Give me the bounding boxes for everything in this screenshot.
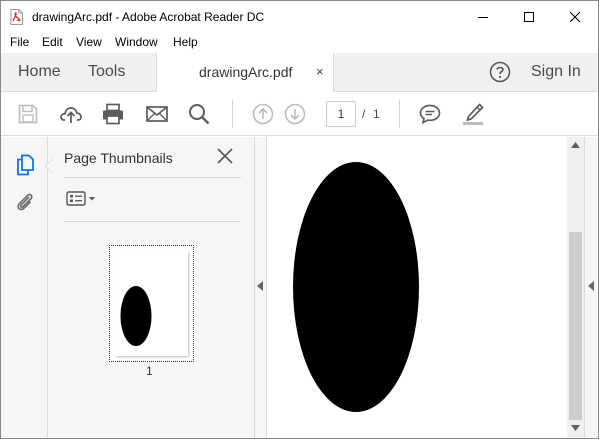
panel-title: Page Thumbnails (64, 150, 173, 166)
menu-window[interactable]: Window (115, 35, 158, 49)
close-panel-icon[interactable] (216, 147, 234, 165)
expand-left-icon[interactable] (588, 281, 595, 291)
panel-divider (64, 177, 241, 178)
drawn-ellipse (293, 162, 419, 412)
page-separator: / (362, 107, 366, 121)
thumbnail-options-icon[interactable] (66, 190, 98, 208)
search-icon[interactable] (187, 102, 211, 126)
window-title: drawingArc.pdf - Adobe Acrobat Reader DC (32, 10, 265, 24)
close-window-button[interactable] (552, 1, 598, 32)
comment-icon[interactable] (418, 102, 442, 126)
menu-edit[interactable]: Edit (42, 35, 63, 49)
tab-bar: Home Tools drawingArc.pdf × Sign In (1, 53, 598, 92)
highlight-pen-icon[interactable] (461, 102, 485, 126)
thumbnail-page-number: 1 (146, 364, 153, 378)
tab-home[interactable]: Home (18, 63, 61, 81)
vertical-scrollbar[interactable] (567, 137, 584, 438)
menu-bar: File Edit View Window Help (1, 32, 598, 53)
acrobat-window: drawingArc.pdf - Adobe Acrobat Reader DC… (0, 0, 599, 439)
upload-cloud-icon[interactable] (59, 102, 83, 126)
minimize-icon (478, 16, 488, 18)
scrollbar-thumb[interactable] (569, 232, 582, 420)
menu-help[interactable]: Help (173, 35, 198, 49)
menu-file[interactable]: File (10, 35, 29, 49)
maximize-button[interactable] (506, 1, 552, 32)
print-icon[interactable] (101, 102, 125, 126)
thumbnail-page (115, 251, 188, 356)
panel-pointer-icon (45, 159, 53, 173)
scroll-up-icon[interactable] (571, 142, 580, 148)
menu-view[interactable]: View (76, 35, 102, 49)
thumbnail-ellipse (120, 286, 152, 346)
save-icon[interactable] (16, 102, 40, 126)
scroll-down-icon[interactable] (571, 425, 580, 431)
pdf-file-icon (10, 9, 23, 25)
toolbar-divider (232, 100, 233, 128)
tab-document[interactable]: drawingArc.pdf × (156, 53, 334, 92)
document-tab-label: drawingArc.pdf (199, 64, 293, 80)
collapse-left-icon[interactable] (257, 281, 264, 291)
page-down-icon[interactable] (283, 102, 307, 126)
panel-splitter[interactable] (254, 137, 267, 438)
minimize-button[interactable] (460, 1, 506, 32)
page-up-icon[interactable] (251, 102, 275, 126)
document-view[interactable] (267, 137, 567, 438)
toolbar-divider (399, 100, 400, 128)
tab-tools[interactable]: Tools (88, 63, 125, 81)
attachment-icon[interactable] (13, 190, 37, 214)
page-thumbnail[interactable] (109, 245, 194, 362)
close-tab-icon[interactable]: × (316, 64, 324, 79)
toolbar: 1 / 1 (1, 92, 598, 136)
close-icon (570, 11, 580, 22)
help-icon[interactable] (489, 61, 511, 83)
title-bar: drawingArc.pdf - Adobe Acrobat Reader DC (1, 1, 598, 32)
email-icon[interactable] (145, 102, 169, 126)
page-thumbnails-icon[interactable] (13, 153, 37, 177)
thumbnails-panel: Page Thumbnails 1 (45, 137, 254, 438)
right-pane-toggle[interactable] (584, 137, 598, 438)
maximize-icon (524, 11, 534, 22)
navigation-rail (1, 137, 48, 438)
page-total: 1 (373, 107, 380, 121)
sign-in-link[interactable]: Sign In (531, 63, 581, 81)
page-number-input[interactable]: 1 (326, 101, 356, 127)
panel-divider (64, 221, 241, 222)
